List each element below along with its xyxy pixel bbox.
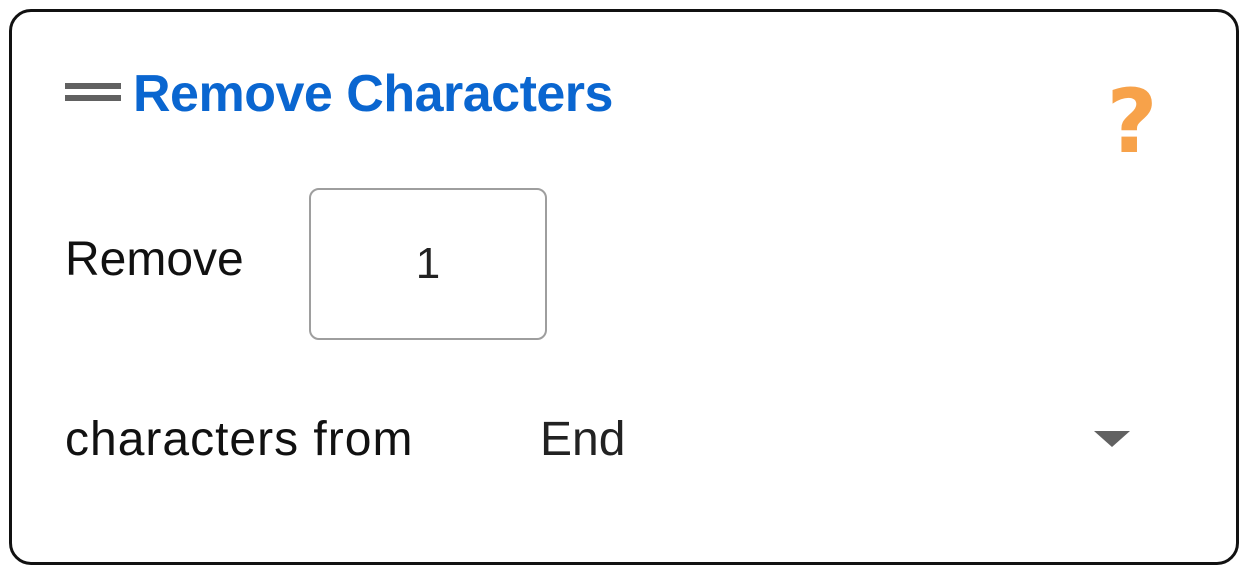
position-dropdown-value: End: [540, 413, 626, 466]
drag-handle-bar: [65, 95, 121, 101]
drag-handle-icon[interactable]: [65, 81, 121, 103]
caret-down-icon: [1094, 431, 1130, 447]
character-count-input[interactable]: 1: [309, 188, 547, 340]
help-icon[interactable]: ?: [1102, 72, 1162, 172]
remove-characters-block: Remove Characters ? Remove 1 characters …: [9, 9, 1239, 565]
drag-handle-bar: [65, 83, 121, 89]
characters-from-label: characters from: [65, 413, 414, 466]
position-dropdown[interactable]: End: [530, 404, 1142, 476]
remove-label: Remove: [65, 233, 244, 286]
block-title: Remove Characters: [133, 65, 613, 123]
